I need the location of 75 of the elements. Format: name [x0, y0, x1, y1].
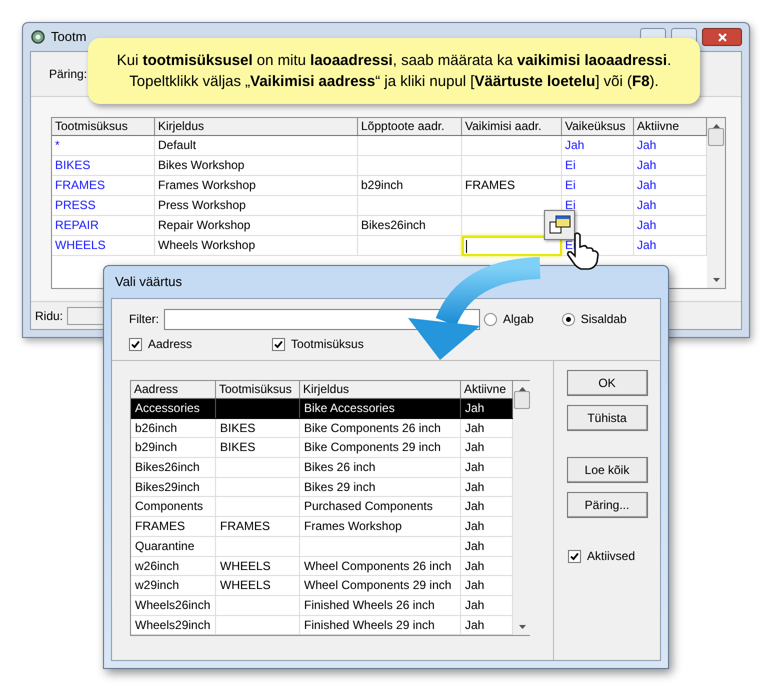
table-cell: Frames Workshop: [155, 176, 358, 195]
query-label: Päring:: [49, 66, 88, 83]
table-cell: BIKES: [52, 156, 155, 175]
filter-label: Filter:: [129, 311, 159, 328]
table-cell: Ei: [562, 156, 634, 175]
checkbox-label: Aktiivsed: [587, 548, 636, 565]
table-cell: PRESS: [52, 196, 155, 215]
column-header[interactable]: Vaikimisi aadr.: [462, 118, 562, 135]
table-row[interactable]: b29inch BIKES Bike Components 29 inch Jah: [131, 438, 513, 458]
checkbox-label: Aadress: [148, 336, 192, 353]
column-header[interactable]: Tootmisüksus: [216, 381, 300, 398]
column-header[interactable]: Lõpptoote aadr.: [358, 118, 462, 135]
table-row[interactable]: Wheels29inch Finished Wheels 29 inch Jah: [131, 616, 513, 636]
column-header[interactable]: Tootmisüksus: [52, 118, 155, 135]
table-row[interactable]: Bikes29inch Bikes 29 inch Jah: [131, 478, 513, 498]
radio-button[interactable]: [484, 312, 497, 326]
scrollbar[interactable]: [513, 381, 531, 635]
checkbox[interactable]: [568, 550, 581, 562]
table-cell: Press Workshop: [155, 196, 358, 215]
callout-text: Topeltklikk väljas „Vaikimisi aadress“ ja kliki nupul [Väärtuste loetelu] või (F8).: [129, 72, 659, 92]
scroll-thumb[interactable]: [708, 128, 724, 146]
close-icon: [718, 32, 726, 42]
dialog-button[interactable]: OK: [566, 370, 648, 396]
table-row[interactable]: Wheels26inch Finished Wheels 26 inch Jah: [131, 596, 513, 616]
table-cell: REPAIR: [52, 216, 155, 235]
table-row[interactable]: BIKES Bikes Workshop Ei Jah: [52, 156, 707, 176]
table-cell: Jah: [562, 136, 634, 155]
cell-editor-field[interactable]: [462, 236, 562, 256]
table-cell: Bikes Workshop: [155, 156, 358, 175]
table-cell: Ei: [562, 176, 634, 195]
callout-text: Kui tootmisüksusel on mitu laoaadressi, saab määrata ka vaikimisi laoaadressi.: [116, 51, 672, 71]
radio-label: Algab: [503, 311, 534, 328]
table-row[interactable]: * Default Jah Jah: [52, 136, 707, 156]
table-cell: Wheels Workshop: [155, 236, 358, 255]
table-cell: Default: [155, 136, 358, 155]
scroll-thumb[interactable]: [514, 391, 530, 409]
lookup-button[interactable]: [544, 210, 575, 240]
hand-cursor-icon: [566, 232, 600, 270]
table-cell: *: [52, 136, 155, 155]
windows-icon: [548, 215, 570, 235]
column-header[interactable]: Vaikeüksus: [562, 118, 634, 135]
table-row[interactable]: b26inch BIKES Bike Components 26 inch Jah: [131, 418, 513, 438]
table-cell: Bikes26inch: [358, 216, 462, 235]
window-title: Tootm: [51, 28, 86, 46]
table-row[interactable]: Quarantine Jah: [131, 536, 513, 556]
radio-button[interactable]: [562, 312, 575, 326]
checkbox-label: Tootmisüksus: [291, 336, 364, 353]
scroll-down-icon: [712, 278, 720, 282]
dialog-button[interactable]: Päring...: [566, 492, 648, 518]
column-header[interactable]: Kirjeldus: [300, 381, 461, 398]
checkbox[interactable]: [272, 338, 286, 350]
scroll-down-icon: [518, 625, 526, 629]
table-row[interactable]: FRAMES Frames Workshop b29inch FRAMES Ei Jah: [52, 176, 707, 196]
table-cell: b29inch: [358, 176, 462, 195]
table-row[interactable]: Accessories Bike Accessories Jah: [131, 399, 513, 419]
table-row[interactable]: Bikes26inch Bikes 26 inch Jah: [131, 458, 513, 478]
table-cell: FRAMES: [462, 176, 562, 195]
dialog-button[interactable]: Tühista: [566, 405, 648, 431]
table-row[interactable]: FRAMES FRAMES Frames Workshop Jah: [131, 517, 513, 537]
column-header[interactable]: Kirjeldus: [155, 118, 358, 135]
table-row[interactable]: w26inch WHEELS Wheel Components 26 inch Jah: [131, 556, 513, 576]
table-cell: FRAMES: [52, 176, 155, 195]
dialog-button[interactable]: Loe kõik: [566, 457, 648, 483]
table-cell: WHEELS: [52, 236, 155, 255]
dialog-title: Vali väärtus: [115, 273, 182, 292]
table-row[interactable]: Components Purchased Components Jah: [131, 497, 513, 518]
rows-label: Ridu:: [35, 308, 64, 324]
table-row[interactable]: w29inch WHEELS Wheel Components 29 inch Jah: [131, 576, 513, 596]
scrollbar[interactable]: [707, 118, 725, 288]
close-button[interactable]: [702, 28, 742, 46]
column-header[interactable]: Aadress: [131, 381, 216, 398]
table-cell: Repair Workshop: [155, 216, 358, 235]
checkbox[interactable]: [129, 338, 142, 350]
gear-icon: [30, 29, 46, 45]
radio-label: Sisaldab: [580, 311, 627, 328]
